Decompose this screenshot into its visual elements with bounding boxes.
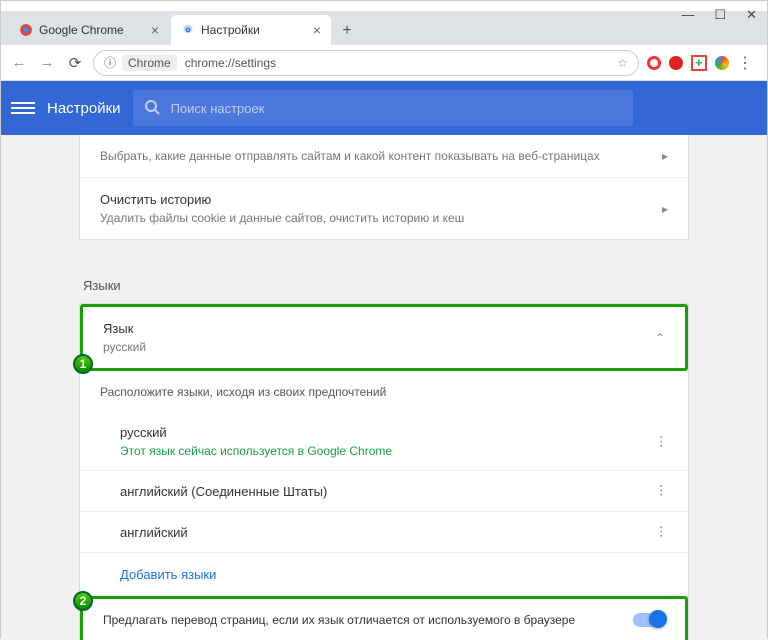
kebab-icon[interactable]: ⋯ — [653, 525, 669, 539]
close-tab-icon[interactable]: × — [141, 22, 159, 38]
url-scheme: Chrome — [122, 55, 177, 71]
chevron-up-icon: ⌃ — [655, 331, 665, 345]
chevron-right-icon: ▸ — [662, 202, 668, 216]
toggle-on[interactable] — [633, 613, 665, 627]
info-icon: ⓘ — [104, 54, 116, 71]
yandex-icon[interactable] — [647, 56, 661, 70]
reload-button[interactable]: ⟳ — [65, 53, 85, 73]
lang-item-en: английский ⋯ — [80, 512, 688, 553]
row-clear-history[interactable]: Очистить историю Удалить файлы cookie и … — [80, 178, 688, 239]
search-settings[interactable] — [133, 90, 633, 126]
row-translate-toggle[interactable]: Предлагать перевод страниц, если их язык… — [83, 599, 685, 640]
maximize-button[interactable]: ☐ — [714, 7, 726, 23]
gear-icon — [181, 23, 195, 37]
search-icon — [145, 100, 161, 116]
highlight-2: Предлагать перевод страниц, если их язык… — [80, 596, 688, 640]
kebab-icon[interactable]: ⋯ — [653, 484, 669, 498]
chrome-icon — [19, 23, 33, 37]
settings-header: Настройки — [1, 81, 767, 135]
kebab-icon[interactable]: ⋯ — [653, 435, 669, 449]
extension-icons: + ⋮ — [647, 53, 759, 73]
tab-label: Настройки — [201, 23, 260, 37]
tab-settings[interactable]: Настройки × — [171, 15, 331, 45]
annotation-badge-2: 2 — [73, 591, 93, 611]
add-language-link[interactable]: Добавить языки — [80, 553, 688, 597]
back-button[interactable]: ← — [9, 53, 29, 73]
savefrom-icon[interactable]: + — [691, 55, 707, 71]
close-tab-icon[interactable]: × — [303, 22, 321, 38]
chevron-right-icon: ▸ — [662, 149, 668, 163]
section-languages: Языки — [79, 264, 689, 303]
row-content-settings[interactable]: Выбрать, какие данные отправлять сайтам … — [80, 135, 688, 178]
close-window-button[interactable]: ✕ — [746, 7, 757, 23]
language-order-hint: Расположите языки, исходя из своих предп… — [80, 371, 688, 413]
tabstrip: Google Chrome × Настройки × + — [1, 11, 767, 45]
avatar[interactable] — [715, 56, 729, 70]
page-title: Настройки — [47, 100, 121, 117]
address-bar: ← → ⟳ ⓘ Chrome chrome://settings ☆ + ⋮ — [1, 45, 767, 81]
highlight-1: Язык русский ⌃ 1 — [80, 304, 688, 371]
row-language[interactable]: Язык русский ⌃ — [83, 307, 685, 368]
url-text: chrome://settings — [185, 56, 276, 70]
star-icon[interactable]: ☆ — [617, 56, 628, 70]
settings-content[interactable]: Выбрать, какие данные отправлять сайтам … — [1, 135, 767, 640]
lang-item-russian: русский Этот язык сейчас используется в … — [80, 413, 688, 471]
tab-google-chrome[interactable]: Google Chrome × — [9, 15, 169, 45]
hamburger-icon[interactable] — [11, 102, 35, 114]
search-input[interactable] — [171, 101, 621, 116]
new-tab-button[interactable]: + — [333, 17, 361, 45]
forward-button: → — [37, 53, 57, 73]
minimize-button[interactable]: — — [681, 7, 694, 23]
adblock-icon[interactable] — [669, 56, 683, 70]
menu-icon[interactable]: ⋮ — [737, 53, 753, 73]
annotation-badge-1: 1 — [73, 354, 93, 374]
tab-label: Google Chrome — [39, 23, 124, 37]
omnibox[interactable]: ⓘ Chrome chrome://settings ☆ — [93, 50, 639, 76]
lang-item-en-us: английский (Соединенные Штаты) ⋯ — [80, 471, 688, 512]
